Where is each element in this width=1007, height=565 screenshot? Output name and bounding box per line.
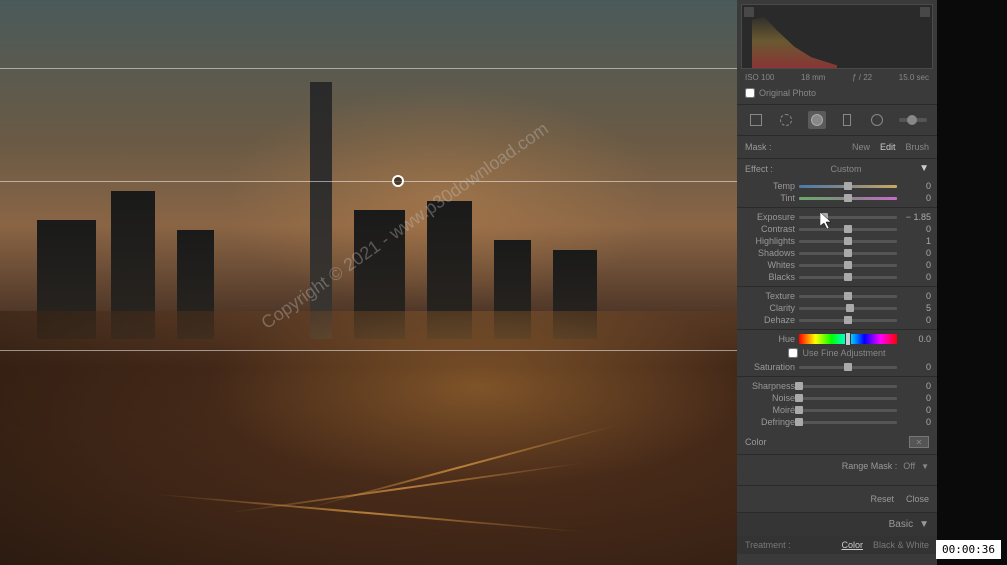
clarity-label: Clarity [743,303,795,313]
mask-tab-new[interactable]: New [852,142,870,152]
right-dark-strip [937,0,1007,565]
dehaze-slider[interactable] [799,319,897,322]
defringe-slider[interactable] [799,421,897,424]
moire-value[interactable]: 0 [901,405,931,415]
range-mask-label: Range Mask : [842,461,898,471]
saturation-slider[interactable] [799,366,897,369]
color-label: Color [745,437,767,447]
circular-tool-icon[interactable] [868,111,886,129]
sharpness-value[interactable]: 0 [901,381,931,391]
temp-label: Temp [743,181,795,191]
color-swatch[interactable] [909,436,929,448]
mask-tab-brush[interactable]: Brush [905,142,929,152]
blacks-slider[interactable] [799,276,897,279]
tint-label: Tint [743,193,795,203]
clarity-value[interactable]: 5 [901,303,931,313]
highlights-value[interactable]: 1 [901,236,931,246]
guide-line[interactable] [0,181,737,182]
close-button[interactable]: Close [906,494,929,504]
exif-info: ISO 100 18 mm ƒ / 22 15.0 sec [739,71,935,84]
original-photo-input[interactable] [745,88,755,98]
tool-strip [737,104,937,136]
shadows-value[interactable]: 0 [901,248,931,258]
moire-label: Moiré [743,405,795,415]
mask-label: Mask : [745,142,772,152]
contrast-slider[interactable] [799,228,897,231]
noise-value[interactable]: 0 [901,393,931,403]
dehaze-label: Dehaze [743,315,795,325]
whites-slider[interactable] [799,264,897,267]
noise-label: Noise [743,393,795,403]
exposure-value[interactable]: − 1.85 [901,212,931,222]
cursor-icon [820,212,834,230]
crop-tool-icon[interactable] [747,111,765,129]
tint-slider[interactable] [799,197,897,200]
guide-line[interactable] [0,350,737,351]
whites-label: Whites [743,260,795,270]
mask-tab-edit[interactable]: Edit [880,142,896,152]
clarity-slider[interactable] [799,307,897,310]
video-timestamp: 00:00:36 [936,540,1001,559]
brush-size-slider[interactable] [899,118,927,122]
defringe-label: Defringe [743,417,795,427]
tint-value[interactable]: 0 [901,193,931,203]
disclosure-icon: ▼ [919,519,929,530]
shadows-label: Shadows [743,248,795,258]
original-photo-checkbox[interactable]: Original Photo [739,84,935,102]
histogram[interactable] [741,4,933,69]
shadows-slider[interactable] [799,252,897,255]
texture-label: Texture [743,291,795,301]
treatment-label: Treatment : [745,540,791,550]
exposure-label: Exposure [743,212,795,222]
guide-line[interactable] [0,68,737,69]
defringe-value[interactable]: 0 [901,417,931,427]
develop-panel: ISO 100 18 mm ƒ / 22 15.0 sec Original P… [737,0,937,565]
blacks-label: Blacks [743,272,795,282]
dehaze-value[interactable]: 0 [901,315,931,325]
highlights-slider[interactable] [799,240,897,243]
saturation-label: Saturation [743,362,795,372]
treatment-bw[interactable]: Black & White [873,540,929,550]
hue-label: Hue [743,334,795,344]
highlight-clip-icon[interactable] [920,7,930,17]
whites-value[interactable]: 0 [901,260,931,270]
spot-tool-icon[interactable] [777,111,795,129]
hue-slider[interactable] [799,334,897,344]
contrast-value[interactable]: 0 [901,224,931,234]
cityscape-image [0,0,737,565]
range-mask-dropdown[interactable]: Off [903,461,915,471]
highlights-label: Highlights [743,236,795,246]
exposure-slider[interactable] [799,216,897,219]
shadow-clip-icon[interactable] [744,7,754,17]
effect-label: Effect : [745,164,773,174]
effect-dropdown[interactable]: Custom [830,164,861,174]
basic-panel-header[interactable]: Basic ▼ [737,512,937,536]
texture-slider[interactable] [799,295,897,298]
noise-slider[interactable] [799,397,897,400]
sharpness-slider[interactable] [799,385,897,388]
texture-value[interactable]: 0 [901,291,931,301]
temp-slider[interactable] [799,185,897,188]
adjustment-pin[interactable] [392,175,404,187]
graduated-tool-icon[interactable] [838,111,856,129]
blacks-value[interactable]: 0 [901,272,931,282]
treatment-color[interactable]: Color [841,540,863,550]
fine-adjustment-checkbox[interactable]: Use Fine Adjustment [737,345,937,361]
sharpness-label: Sharpness [743,381,795,391]
chevron-down-icon[interactable]: ▼ [921,462,929,471]
reset-button[interactable]: Reset [870,494,894,504]
saturation-value[interactable]: 0 [901,362,931,372]
radial-tool-icon[interactable] [808,111,826,129]
hue-value[interactable]: 0.0 [901,334,931,344]
photo-preview[interactable]: Copyright © 2021 - www.p30download.com [0,0,737,565]
disclosure-icon[interactable]: ▼ [919,163,929,174]
moire-slider[interactable] [799,409,897,412]
temp-value[interactable]: 0 [901,181,931,191]
contrast-label: Contrast [743,224,795,234]
